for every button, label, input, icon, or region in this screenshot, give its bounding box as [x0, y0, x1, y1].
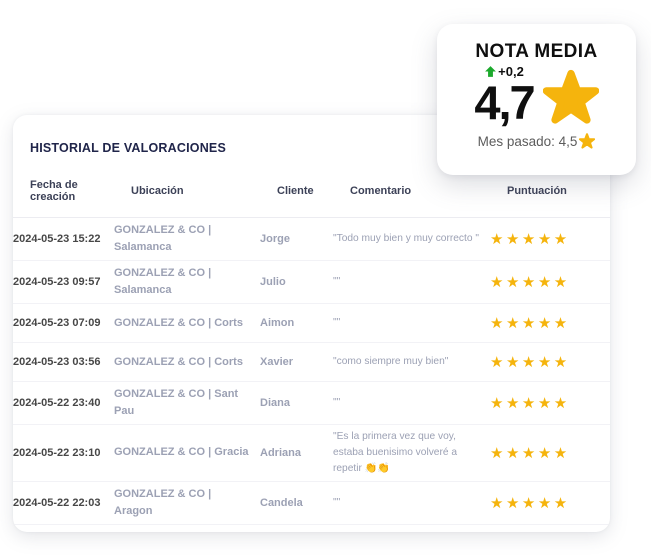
- table-row: 2024-05-22 23:10 GONZALEZ & CO | Gracia …: [13, 425, 610, 482]
- cell-client: Xavier: [260, 356, 294, 369]
- cell-date: 2024-05-22 23:40: [13, 397, 101, 410]
- cell-client: Adriana: [260, 447, 301, 459]
- cell-date: 2024-05-23 07:09: [13, 317, 101, 330]
- column-header-ubicacion: Ubicación: [131, 185, 184, 197]
- cell-date: 2024-05-23 03:56: [13, 356, 101, 369]
- cell-location: GONZALEZ & CO | Diagonal Mar: [114, 529, 260, 532]
- cell-client: Julio: [260, 276, 286, 289]
- cell-location: GONZALEZ & CO | Salamanca: [114, 267, 212, 297]
- table-body: 2024-05-23 15:22 GONZALEZ & CO | Salaman…: [13, 218, 610, 532]
- column-header-cliente: Cliente: [277, 185, 314, 197]
- small-star-icon: [579, 133, 596, 149]
- table-row: 2024-05-23 07:09 GONZALEZ & CO | Corts A…: [13, 304, 610, 344]
- rating-stars: ★★★★★: [490, 354, 570, 372]
- previous-score: Mes pasado: 4,5: [478, 133, 596, 149]
- rating-stars: ★★★★★: [490, 274, 570, 292]
- cell-comment: "como siempre muy bien": [333, 356, 449, 368]
- rating-stars: ★★★★★: [490, 445, 570, 462]
- cell-comment: "": [333, 276, 341, 288]
- column-header-comentario: Comentario: [350, 185, 412, 197]
- table-header-row: Fecha de creación Ubicación Cliente Come…: [13, 179, 610, 218]
- column-header-puntuacion: Puntuación: [507, 185, 567, 197]
- cell-comment: "": [333, 496, 341, 508]
- rating-stars: ★★★★★: [490, 494, 570, 512]
- cell-comment: "": [333, 397, 341, 409]
- cell-date: 2024-05-22 23:10: [13, 447, 101, 459]
- cell-date: 2024-05-23 15:22: [13, 233, 101, 246]
- rating-stars: ★★★★★: [490, 315, 570, 333]
- column-header-fecha: Fecha de creación: [30, 179, 78, 203]
- cell-location: GONZALEZ & CO | Salamanca: [114, 224, 212, 254]
- cell-date: 2024-05-22 22:03: [13, 496, 101, 509]
- average-score-card: NOTA MEDIA +0,2 4,7 Mes pasado: 4,5: [437, 24, 636, 175]
- rating-stars: ★★★★★: [490, 231, 570, 249]
- cell-client: Diana: [260, 397, 290, 410]
- score-row: +0,2 4,7: [474, 64, 599, 129]
- table-row: 2024-05-23 03:56 GONZALEZ & CO | Corts X…: [13, 343, 610, 383]
- score-block: +0,2 4,7: [474, 64, 535, 129]
- cell-comment: "Todo muy bien y muy correcto ": [333, 233, 479, 245]
- cell-client: Jorge: [260, 233, 290, 246]
- cell-location: GONZALEZ & CO | Aragon: [114, 487, 212, 517]
- cell-location: GONZALEZ & CO | Corts: [114, 316, 243, 329]
- cell-client: Candela: [260, 496, 303, 509]
- table-row: 2024-05-23 09:57 GONZALEZ & CO | Salaman…: [13, 261, 610, 305]
- cell-location: GONZALEZ & CO | Corts: [114, 355, 243, 368]
- average-score-title: NOTA MEDIA: [475, 41, 598, 62]
- big-star-icon: [542, 69, 599, 125]
- score-value: 4,7: [474, 76, 535, 129]
- cell-location: GONZALEZ & CO | Gracia: [114, 446, 249, 459]
- cell-date: 2024-05-23 09:57: [13, 276, 101, 289]
- table-row: 2024-05-22 22:03 GONZALEZ & CO | Aragon …: [13, 482, 610, 525]
- rating-stars: ★★★★★: [490, 395, 570, 413]
- cell-comment: "Es la primera vez que voy, estaba bueni…: [333, 431, 458, 474]
- cell-comment: "": [333, 317, 341, 329]
- table-row: 2024-05-22 22:01 GONZALEZ & CO | Diagona…: [13, 525, 610, 532]
- table-row: 2024-05-23 15:22 GONZALEZ & CO | Salaman…: [13, 218, 610, 262]
- cell-client: Aimon: [260, 317, 295, 330]
- ratings-history-card: HISTORIAL DE VALORACIONES Fecha de creac…: [13, 115, 610, 532]
- table-row: 2024-05-22 23:40 GONZALEZ & CO | Sant Pa…: [13, 382, 610, 426]
- cell-location: GONZALEZ & CO | Sant Pau: [114, 388, 239, 418]
- previous-score-label: Mes pasado: 4,5: [477, 133, 578, 149]
